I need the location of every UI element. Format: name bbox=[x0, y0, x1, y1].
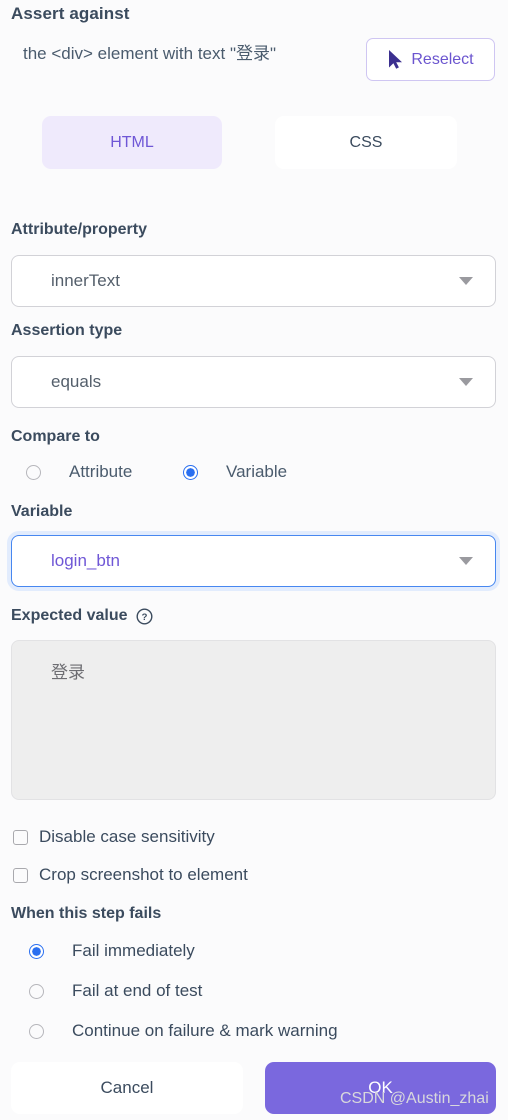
checkbox-crop-screenshot-to-element[interactable]: Crop screenshot to element bbox=[13, 865, 248, 885]
radio-icon-selected[interactable] bbox=[183, 464, 198, 480]
attribute-property-label: Attribute/property bbox=[11, 221, 147, 238]
assert-target-description: the <div> element with text "登录" bbox=[23, 44, 277, 63]
radio-icon-selected[interactable] bbox=[29, 943, 44, 959]
compare-to-label: Compare to bbox=[11, 428, 100, 445]
cursor-arrow-icon bbox=[387, 49, 404, 70]
chevron-down-icon bbox=[459, 557, 473, 565]
source-tabs: HTML CSS bbox=[0, 116, 508, 170]
svg-text:?: ? bbox=[141, 612, 147, 623]
compare-to-radio-group: Attribute Variable bbox=[26, 462, 287, 482]
failure-option-fail-immediately-label: Fail immediately bbox=[72, 941, 195, 960]
checkbox-icon[interactable] bbox=[13, 829, 28, 845]
expected-value-textarea[interactable]: 登录 bbox=[11, 640, 496, 800]
reselect-button[interactable]: Reselect bbox=[366, 38, 495, 81]
compare-to-option-attribute-label: Attribute bbox=[69, 462, 133, 481]
ok-button-label: OK bbox=[368, 1078, 393, 1097]
assertion-editor-panel: Assert against the <div> element with te… bbox=[0, 0, 508, 1120]
attribute-property-select[interactable]: innerText bbox=[11, 255, 496, 307]
tab-html[interactable]: HTML bbox=[42, 116, 222, 169]
radio-icon[interactable] bbox=[29, 1023, 44, 1039]
attribute-property-value: innerText bbox=[51, 271, 120, 290]
expected-value-label-row: Expected value ? bbox=[11, 607, 153, 625]
assertion-type-label: Assertion type bbox=[11, 322, 123, 339]
page-title: Assert against bbox=[11, 4, 130, 23]
assertion-type-select[interactable]: equals bbox=[11, 356, 496, 408]
compare-to-option-variable-label: Variable bbox=[226, 462, 288, 481]
cancel-button[interactable]: Cancel bbox=[11, 1062, 243, 1114]
tab-html-label: HTML bbox=[110, 133, 154, 151]
variable-label: Variable bbox=[11, 503, 73, 520]
expected-value-label: Expected value bbox=[11, 607, 128, 624]
failure-option-continue-on-failure-label: Continue on failure & mark warning bbox=[72, 1021, 338, 1040]
failure-option-fail-at-end[interactable]: Fail at end of test bbox=[29, 981, 202, 1001]
assertion-type-value: equals bbox=[51, 372, 102, 391]
when-step-fails-label: When this step fails bbox=[11, 905, 162, 922]
help-circle-icon[interactable]: ? bbox=[135, 607, 153, 625]
chevron-down-icon bbox=[459, 378, 473, 386]
tab-css-label: CSS bbox=[349, 133, 383, 151]
compare-to-option-attribute[interactable]: Attribute bbox=[26, 462, 183, 482]
tab-css[interactable]: CSS bbox=[275, 116, 457, 169]
checkbox-crop-screenshot-to-element-label: Crop screenshot to element bbox=[39, 865, 248, 884]
variable-select[interactable]: login_btn bbox=[11, 535, 496, 587]
failure-option-fail-at-end-label: Fail at end of test bbox=[72, 981, 203, 1000]
failure-option-fail-immediately[interactable]: Fail immediately bbox=[29, 941, 195, 961]
radio-icon[interactable] bbox=[26, 464, 41, 480]
ok-button[interactable]: OK bbox=[265, 1062, 496, 1114]
failure-option-continue-on-failure[interactable]: Continue on failure & mark warning bbox=[29, 1021, 338, 1041]
checkbox-icon[interactable] bbox=[13, 867, 28, 883]
chevron-down-icon bbox=[459, 277, 473, 285]
checkbox-disable-case-sensitivity[interactable]: Disable case sensitivity bbox=[13, 827, 215, 847]
variable-value: login_btn bbox=[51, 551, 121, 570]
cancel-button-label: Cancel bbox=[100, 1078, 154, 1097]
checkbox-disable-case-sensitivity-label: Disable case sensitivity bbox=[39, 827, 215, 846]
compare-to-option-variable[interactable]: Variable bbox=[183, 462, 287, 482]
radio-icon[interactable] bbox=[29, 983, 44, 999]
reselect-button-label: Reselect bbox=[411, 50, 474, 68]
